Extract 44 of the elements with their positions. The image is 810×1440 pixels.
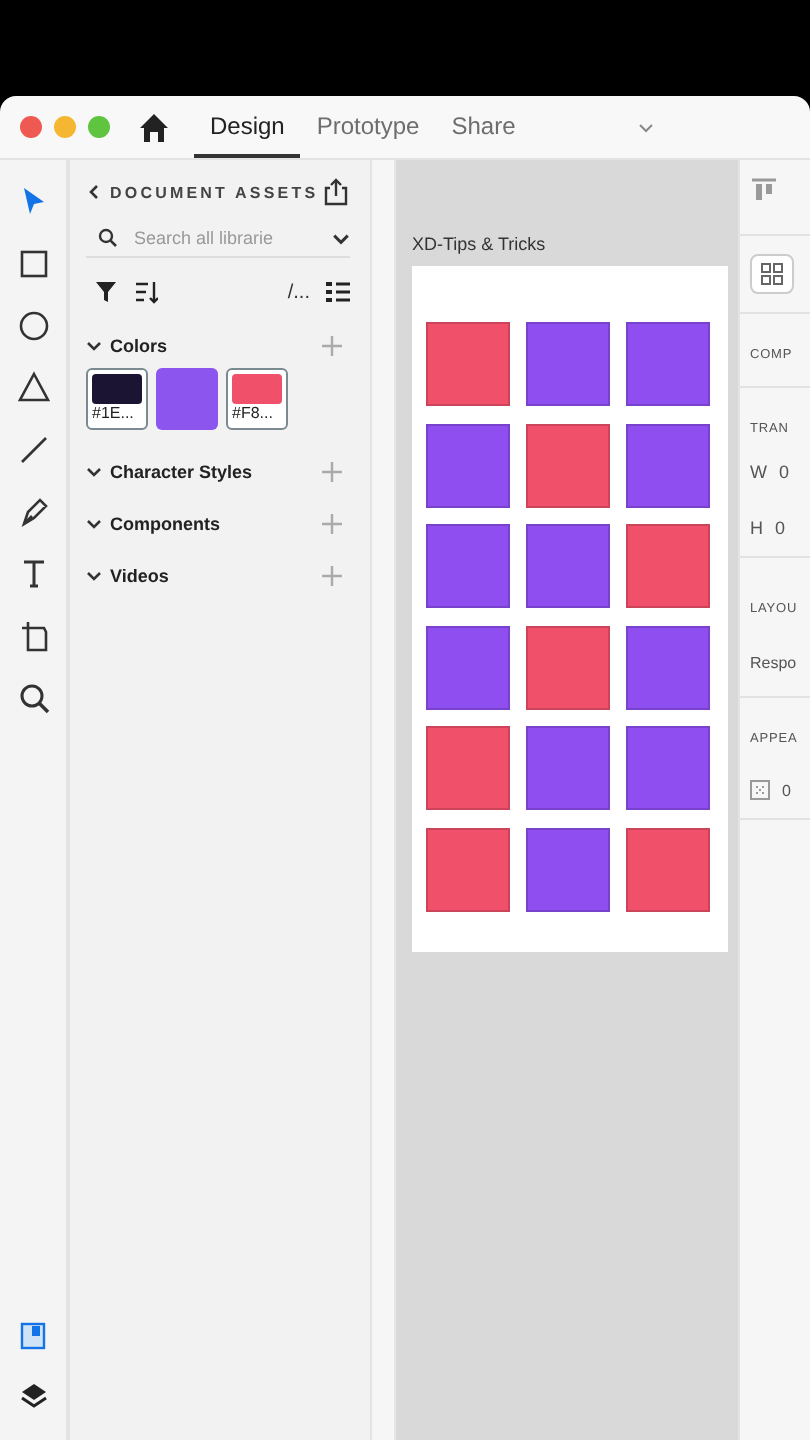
back-icon[interactable] <box>86 184 102 200</box>
opacity-icon <box>750 780 770 800</box>
width-field[interactable]: 0 <box>779 462 790 482</box>
section-title[interactable]: Character Styles <box>110 462 253 482</box>
share-icon[interactable] <box>322 178 350 206</box>
chevron-down-icon[interactable] <box>86 568 102 584</box>
polygon-tool-icon[interactable] <box>15 370 51 406</box>
filter-icon[interactable] <box>94 280 118 304</box>
search-icon[interactable] <box>15 680 51 716</box>
layers-icon[interactable] <box>17 1380 49 1412</box>
grid-icon <box>760 262 784 286</box>
height-field[interactable]: 0 <box>775 518 786 538</box>
search-field[interactable]: Search all librarie <box>134 228 324 248</box>
grid-button[interactable] <box>750 254 794 294</box>
section-title[interactable]: Components <box>110 514 220 534</box>
field-label: W <box>750 462 767 482</box>
opacity-value[interactable]: 0 <box>782 781 791 799</box>
list-view-icon[interactable] <box>326 280 350 304</box>
search-icon <box>98 228 118 248</box>
tab[interactable]: Prototype <box>300 96 436 158</box>
assets-icon[interactable] <box>17 1320 49 1352</box>
ellipse-tool-icon[interactable] <box>15 308 51 344</box>
path-toggle[interactable]: /... <box>287 281 310 303</box>
chevron-down-icon[interactable] <box>86 338 102 354</box>
section-title[interactable]: Colors <box>110 336 168 356</box>
color-swatch[interactable]: #F8... <box>226 368 288 430</box>
layout-value[interactable]: Respo <box>750 654 797 672</box>
align-top-icon[interactable] <box>750 178 778 206</box>
window-control[interactable] <box>20 116 42 138</box>
field-label: H <box>750 518 763 538</box>
tab[interactable]: Share <box>435 96 532 158</box>
chevron-down-icon[interactable] <box>332 229 350 247</box>
color-swatch[interactable] <box>156 368 218 430</box>
swatch-label: #F8... <box>232 404 275 424</box>
chevron-down-icon[interactable] <box>86 464 102 480</box>
home-icon[interactable] <box>138 111 170 143</box>
artboard-title[interactable]: XD-Tips & Tricks <box>412 234 738 254</box>
color-swatch[interactable]: #1E... <box>86 368 148 430</box>
section-title[interactable]: Videos <box>110 566 169 586</box>
rectangle-tool-icon[interactable] <box>15 246 51 282</box>
chevron-down-icon[interactable] <box>86 516 102 532</box>
panel-title: DOCUMENT ASSETS <box>110 183 319 201</box>
sort-icon[interactable] <box>134 280 158 304</box>
swatch-label: #1E... <box>92 404 136 424</box>
